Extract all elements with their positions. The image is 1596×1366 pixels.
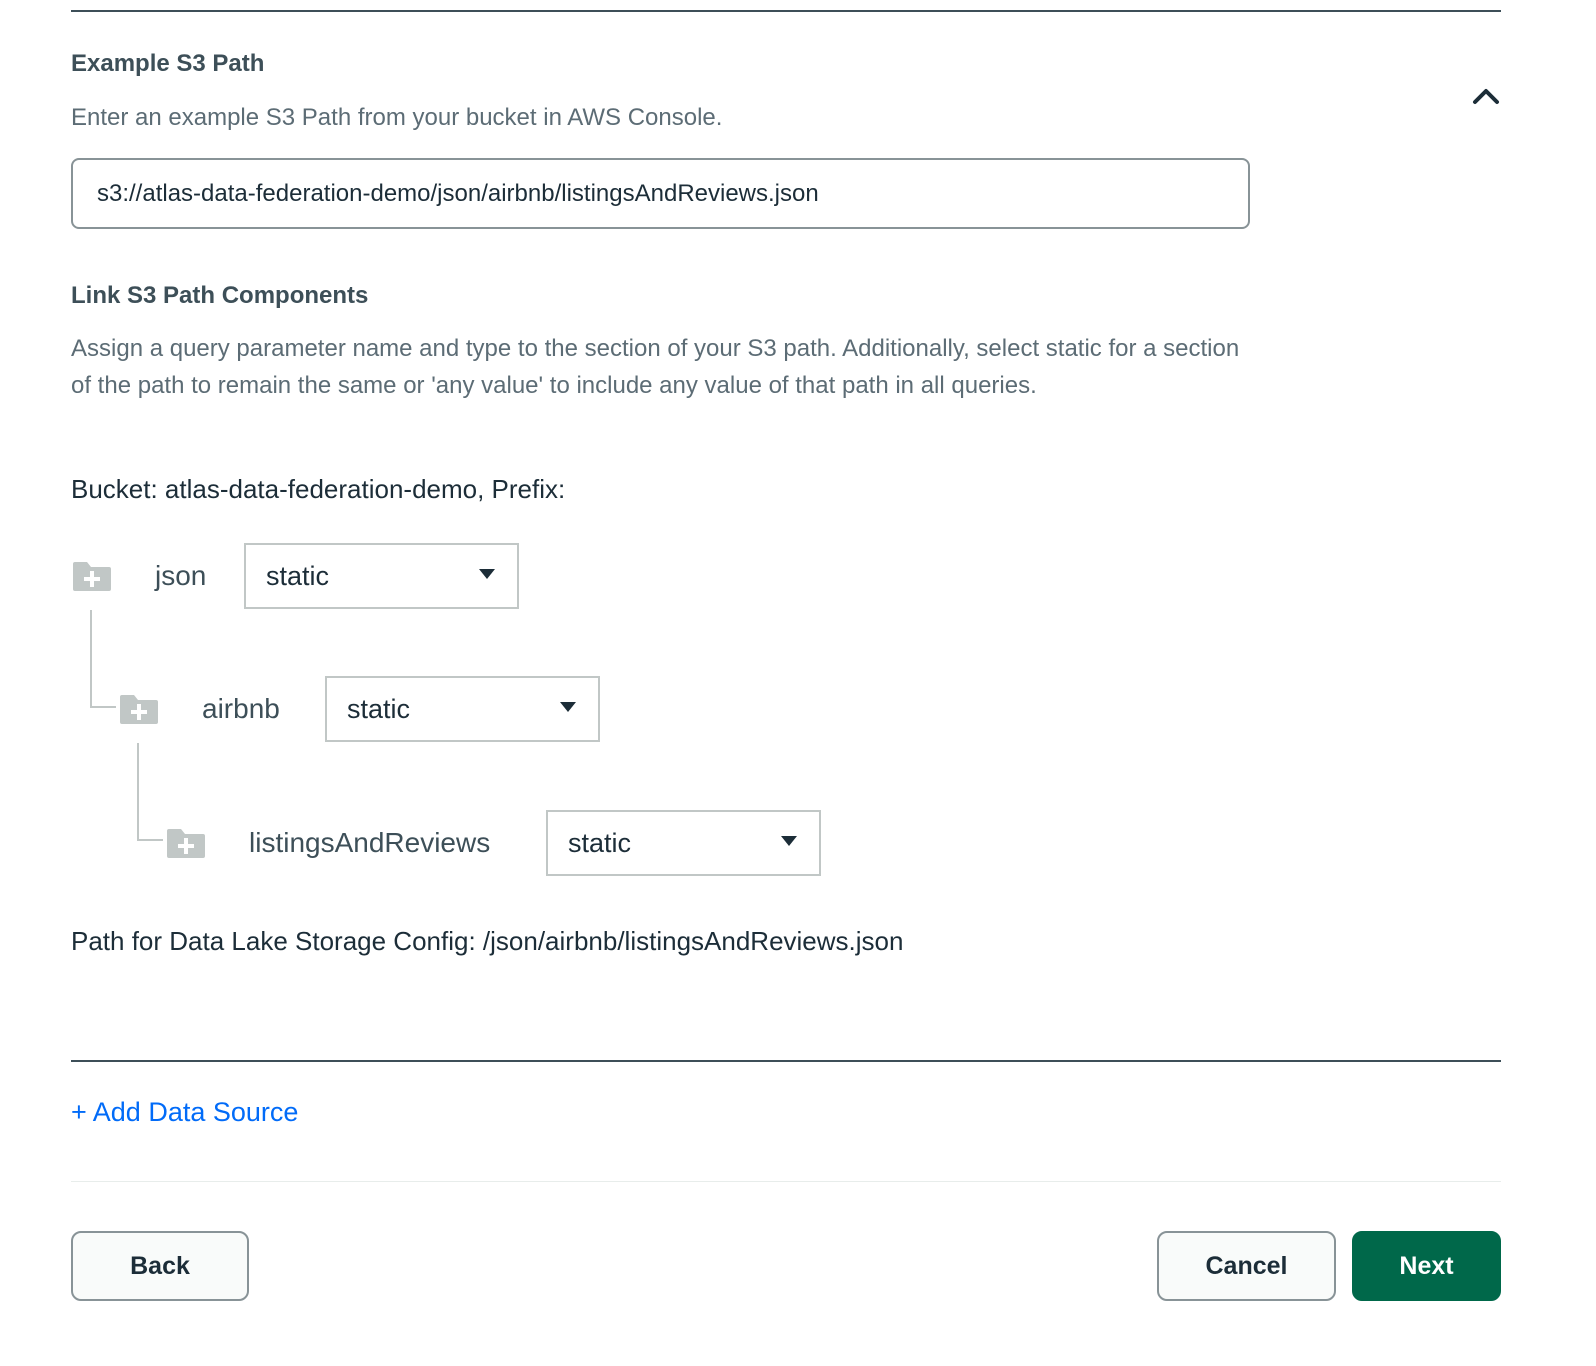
tree-connector [137,743,139,841]
section-divider [71,1060,1501,1062]
link-components-description: Assign a query parameter name and type t… [71,335,1240,399]
example-path-title: Example S3 Path [71,50,265,77]
path-component-row: listingsAndReviews [165,810,490,876]
caret-down-icon [560,702,576,712]
tree-connector [137,839,163,841]
path-component-row: airbnb [118,676,280,742]
next-button[interactable]: Next [1352,1231,1501,1301]
component-type-select[interactable]: static [325,676,600,742]
component-type-select[interactable]: static [546,810,821,876]
folder-add-icon[interactable] [165,827,207,859]
folder-add-icon[interactable] [71,560,113,592]
back-button[interactable]: Back [71,1231,249,1301]
tree-connector [90,706,116,708]
chevron-up-icon [1473,89,1499,104]
select-value: static [568,827,632,858]
select-value: static [266,560,330,591]
footer-divider [71,1181,1501,1182]
example-path-description: Enter an example S3 Path from your bucke… [71,104,723,131]
collapse-button[interactable] [1468,80,1504,112]
storage-config-path: Path for Data Lake Storage Config: /json… [71,926,904,956]
tree-connector [90,610,92,708]
section-divider-top [71,10,1501,12]
path-component-label: json [155,560,207,591]
path-component-row: json [71,543,206,609]
add-data-source-link[interactable]: + Add Data Source [71,1097,298,1128]
cancel-button[interactable]: Cancel [1157,1231,1336,1301]
select-value: static [347,693,411,724]
path-component-label: listingsAndReviews [249,827,491,858]
component-type-select[interactable]: static [244,543,519,609]
s3-path-input[interactable] [71,158,1250,229]
folder-add-icon[interactable] [118,693,160,725]
caret-down-icon [479,569,495,579]
bucket-prefix-label: Bucket: atlas-data-federation-demo, Pref… [71,474,566,504]
link-components-title: Link S3 Path Components [71,282,369,309]
path-component-label: airbnb [202,693,280,724]
caret-down-icon [781,836,797,846]
